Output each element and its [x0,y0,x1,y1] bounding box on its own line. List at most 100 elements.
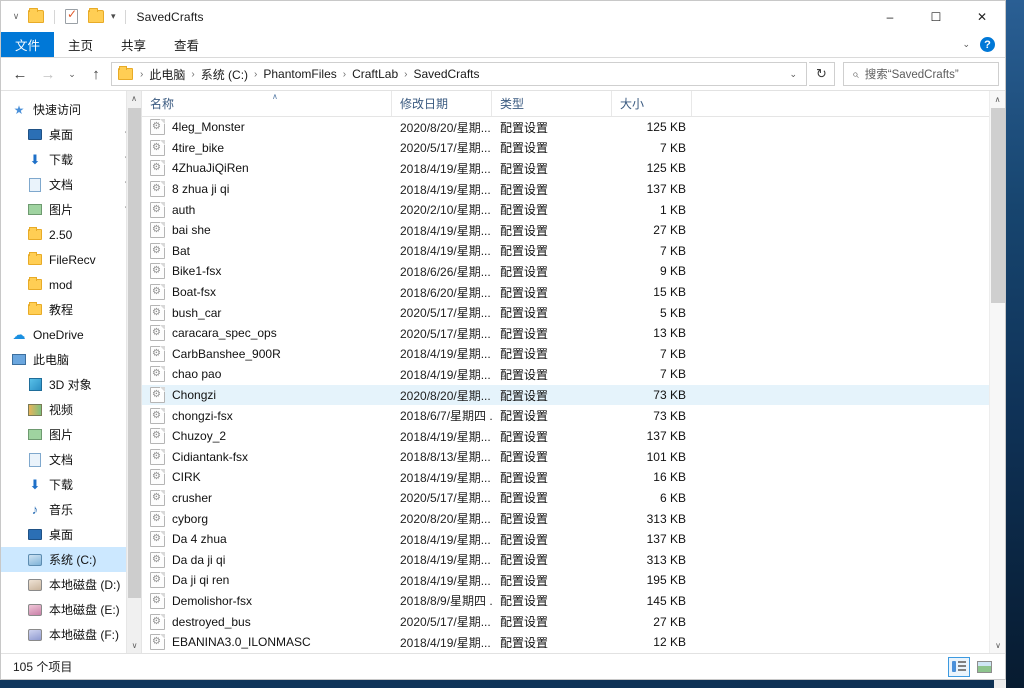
sidebar-item-pictures-pc[interactable]: 图片 [1,422,141,447]
column-header-date[interactable]: 修改日期 [392,91,492,116]
table-row[interactable]: Chongzi 2020/8/20/星期... 配置设置 73 KB [142,384,1005,406]
search-box[interactable]: ⌕ 搜索“SavedCrafts” [843,62,999,86]
sidebar-item-250[interactable]: 2.50 [1,222,141,247]
table-row[interactable]: bush_car 2020/5/17/星期... 配置设置 5 KB [142,302,1005,323]
address-dropdown-icon[interactable]: ⌄ [784,69,802,80]
sidebar-item-tutorial[interactable]: 教程 [1,297,141,322]
file-name-cell[interactable]: 4tire_bike [142,139,392,156]
sidebar-item-quick-access[interactable]: ★ 快速访问 [1,97,141,122]
table-row[interactable]: destroyed_bus 2020/5/17/星期... 配置设置 27 KB [142,611,1005,632]
tab-home[interactable]: 主页 [54,32,107,57]
sidebar-item-drive-g[interactable]: 本地磁盘 (G:) [1,647,141,653]
sidebar-item-mod[interactable]: mod [1,272,141,297]
sidebar-item-drive-d[interactable]: 本地磁盘 (D:) [1,572,141,597]
file-name-cell[interactable]: CIRK [142,469,392,486]
file-name-cell[interactable]: Chongzi [142,387,392,404]
table-row[interactable]: chao pao 2018/4/19/星期... 配置设置 7 KB [142,364,1005,385]
minimize-button[interactable]: – [867,1,913,32]
column-header-size[interactable]: 大小 [612,91,692,116]
folder-icon[interactable] [28,8,44,23]
file-name-cell[interactable]: cyborg [142,510,392,527]
sidebar-item-pictures[interactable]: 图片 ✒ [1,197,141,222]
column-header-type[interactable]: 类型 [492,91,612,116]
sidebar-item-documents[interactable]: 文档 ✒ [1,172,141,197]
table-row[interactable]: Da ji qi ren 2018/4/19/星期... 配置设置 195 KB [142,570,1005,591]
sidebar-scrollbar[interactable]: ∧ ∨ [126,91,141,653]
scroll-down-icon[interactable]: ∨ [127,638,141,653]
table-row[interactable]: caracara_spec_ops 2020/5/17/星期... 配置设置 13 K… [142,323,1005,344]
sidebar-item-desktop-pc[interactable]: 桌面 [1,522,141,547]
table-row[interactable]: EBANINA3.0_ILONMASC 2018/4/19/星期... 配置设置 12… [142,632,1005,653]
sidebar-item-this-pc[interactable]: 此电脑 [1,347,141,372]
tab-file[interactable]: 文件 [1,32,55,57]
large-icons-view-button[interactable] [973,657,995,677]
table-row[interactable]: Da da ji qi 2018/4/19/星期... 配置设置 313 KB [142,549,1005,570]
file-name-cell[interactable]: Bike1-fsx [142,263,392,280]
table-row[interactable]: 4ZhuaJiQiRen 2018/4/19/星期... 配置设置 125 KB [142,158,1005,179]
table-row[interactable]: cyborg 2020/8/20/星期... 配置设置 313 KB [142,508,1005,529]
table-row[interactable]: CIRK 2018/4/19/星期... 配置设置 16 KB [142,467,1005,488]
maximize-button[interactable]: ☐ [913,1,959,32]
column-header-name[interactable]: 名称 ∧ [142,91,392,116]
back-button[interactable]: ← [7,61,33,87]
up-button[interactable]: ↑ [83,61,109,87]
qat-chevron-icon[interactable]: ∨ [9,11,23,22]
file-name-cell[interactable]: crusher [142,489,392,506]
table-row[interactable]: Bat 2018/4/19/星期... 配置设置 7 KB [142,241,1005,262]
sidebar-item-drive-f[interactable]: 本地磁盘 (F:) [1,622,141,647]
file-name-cell[interactable]: Demolishor-fsx [142,592,392,609]
table-row[interactable]: Demolishor-fsx 2018/8/9/星期四 ... 配置设置 145 KB [142,591,1005,612]
file-name-cell[interactable]: 8 zhua ji qi [142,181,392,198]
file-name-cell[interactable]: 4leg_Monster [142,119,392,136]
refresh-button[interactable]: ↻ [809,62,835,86]
file-name-cell[interactable]: Da ji qi ren [142,572,392,589]
sidebar-item-documents-pc[interactable]: 文档 [1,447,141,472]
scroll-up-icon[interactable]: ∧ [127,91,141,106]
sidebar-item-onedrive[interactable]: ☁ OneDrive [1,322,141,347]
help-icon[interactable]: ? [980,37,995,52]
sidebar-item-system-c[interactable]: 系统 (C:) [1,547,141,572]
file-name-cell[interactable]: Da da ji qi [142,551,392,568]
breadcrumb-item-0[interactable]: 此电脑 [146,66,188,83]
file-name-cell[interactable]: auth [142,201,392,218]
table-row[interactable]: Da 4 zhua 2018/4/19/星期... 配置设置 137 KB [142,529,1005,550]
sidebar-item-filerecv[interactable]: FileRecv [1,247,141,272]
file-list-scroll-thumb[interactable] [991,108,1005,303]
tab-share[interactable]: 共享 [107,32,160,57]
file-list-scrollbar[interactable]: ∧ ∨ [989,91,1005,653]
column-header-empty[interactable] [692,91,1005,116]
table-row[interactable]: Boat-fsx 2018/6/20/星期... 配置设置 15 KB [142,282,1005,303]
sidebar-item-drive-e[interactable]: 本地磁盘 (E:) [1,597,141,622]
address-bar[interactable]: › 此电脑 › 系统 (C:) › PhantomFiles › CraftLa… [111,62,807,86]
table-row[interactable]: 4tire_bike 2020/5/17/星期... 配置设置 7 KB [142,138,1005,159]
file-name-cell[interactable]: caracara_spec_ops [142,325,392,342]
details-view-button[interactable] [948,656,970,677]
table-row[interactable]: chongzi-fsx 2018/6/7/星期四 ... 配置设置 73 KB [142,405,1005,426]
file-name-cell[interactable]: Da 4 zhua [142,531,392,548]
table-row[interactable]: 4leg_Monster 2020/8/20/星期... 配置设置 125 KB [142,117,1005,138]
file-name-cell[interactable]: chao pao [142,366,392,383]
table-row[interactable]: Chuzoy_2 2018/4/19/星期... 配置设置 137 KB [142,426,1005,447]
file-name-cell[interactable]: bai she [142,222,392,239]
table-row[interactable]: Cidiantank-fsx 2018/8/13/星期... 配置设置 101 KB [142,447,1005,468]
file-name-cell[interactable]: Bat [142,242,392,259]
file-name-cell[interactable]: Boat-fsx [142,284,392,301]
sidebar-item-music[interactable]: ♪ 音乐 [1,497,141,522]
sidebar-item-downloads-pc[interactable]: ⬇ 下载 [1,472,141,497]
file-name-cell[interactable]: CarbBanshee_900R [142,345,392,362]
file-name-cell[interactable]: bush_car [142,304,392,321]
sidebar-item-3d-objects[interactable]: 3D 对象 [1,372,141,397]
properties-icon[interactable] [65,7,78,24]
qat-dropdown-icon[interactable]: ▾ [111,11,116,22]
breadcrumb-item-1[interactable]: 系统 (C:) [198,66,251,83]
sidebar-item-desktop[interactable]: 桌面 ✒ [1,122,141,147]
scroll-up-icon[interactable]: ∧ [990,91,1005,107]
file-name-cell[interactable]: Chuzoy_2 [142,428,392,445]
breadcrumb-item-4[interactable]: SavedCrafts [410,67,482,81]
chevron-down-icon[interactable]: ⌄ [962,39,970,50]
tab-view[interactable]: 查看 [160,32,213,57]
scroll-down-icon[interactable]: ∨ [990,637,1006,653]
breadcrumb-item-3[interactable]: CraftLab [349,67,401,81]
search-input[interactable]: 搜索“SavedCrafts” [865,66,959,82]
recent-locations-button[interactable]: ⌄ [63,61,81,87]
